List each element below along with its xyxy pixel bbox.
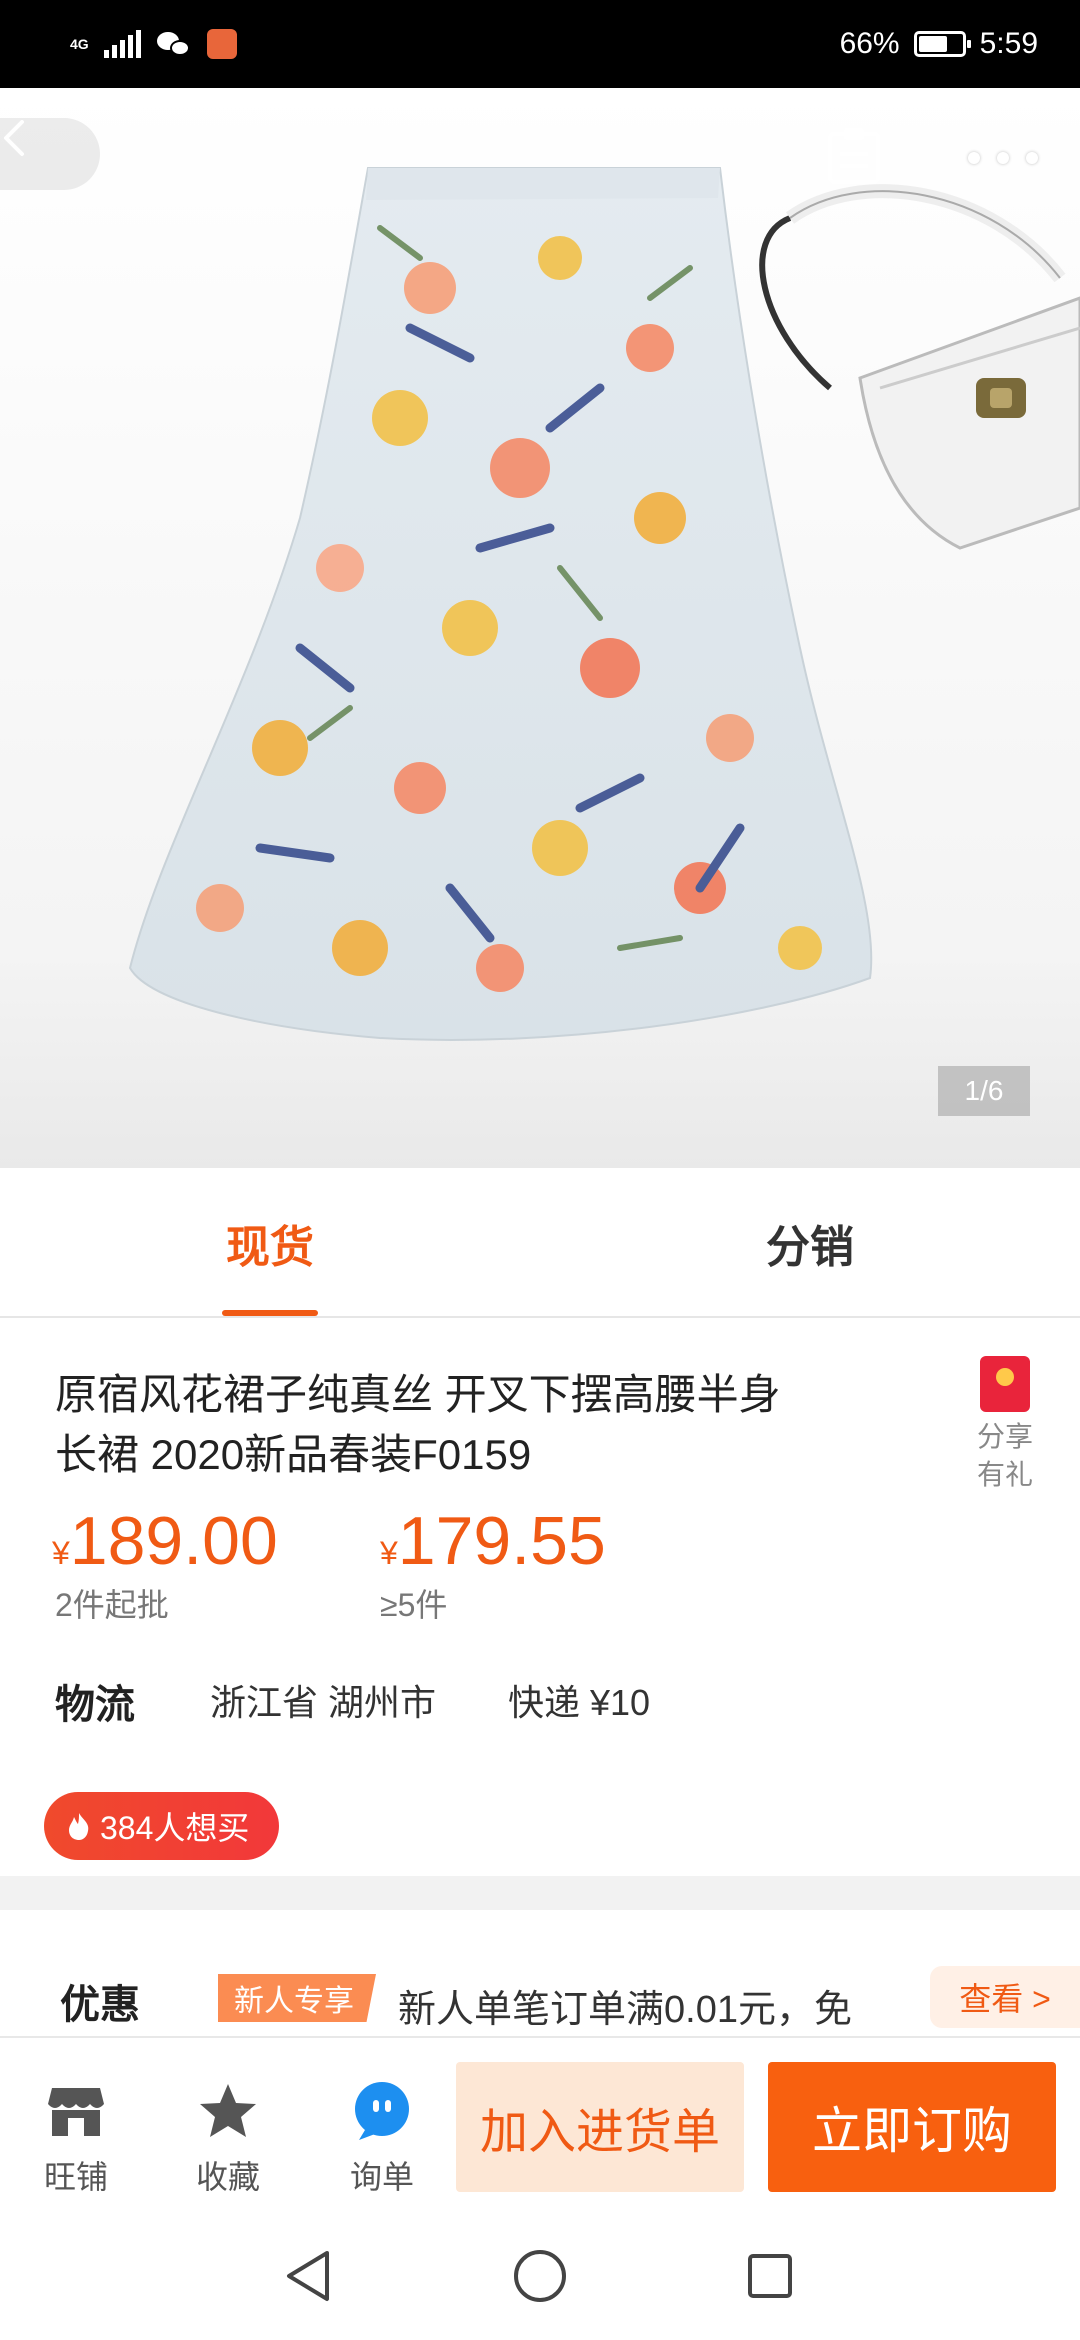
network-type: 4G [70, 36, 89, 52]
status-left: 4G [70, 22, 237, 66]
purchase-mode-tabs: 现货 分销 [0, 1168, 1080, 1318]
shop-icon [48, 2088, 104, 2136]
more-button[interactable] [968, 138, 1038, 178]
battery-icon [913, 31, 971, 57]
shop-button[interactable]: 旺铺 [16, 2078, 136, 2198]
clipboard-button[interactable] [826, 126, 890, 190]
share-label-2: 有礼 [976, 1459, 1033, 1490]
system-navigation-bar [0, 2212, 1080, 2340]
currency-symbol: ¥ [380, 1535, 398, 1571]
nav-home-button[interactable] [498, 2234, 582, 2318]
back-icon [4, 120, 24, 156]
view-promo-button[interactable]: 查看 > [930, 1966, 1080, 2028]
bottom-action-bar: 旺铺 收藏 询单 加入进货单 立即订购 [0, 2036, 1080, 2212]
section-divider [0, 1876, 1080, 1910]
promo-label: 优惠 [60, 1983, 140, 2027]
chat-bubble-icon [355, 2082, 409, 2140]
flame-icon [69, 1813, 89, 1840]
add-to-cart-button[interactable]: 加入进货单 [456, 2062, 744, 2192]
logistics-location: 浙江省 湖州市 [210, 1682, 437, 1723]
square-recents-icon [748, 2254, 792, 2298]
min-order-condition: 2件起批 [55, 1587, 169, 1623]
red-envelope-icon [980, 1356, 1030, 1412]
battery-percent: 66% [839, 27, 900, 60]
shop-label: 旺铺 [43, 2159, 108, 2195]
buy-now-button[interactable]: 立即订购 [768, 2062, 1056, 2192]
price-value: 189.00 [69, 1503, 278, 1579]
product-image-carousel[interactable]: 1/6 [0, 88, 1080, 1168]
status-bar: 4G 66% 5:59 [0, 0, 1080, 88]
wechat-icon [157, 30, 191, 58]
nav-recents-button[interactable] [728, 2234, 812, 2318]
price-value: 179.55 [397, 1503, 606, 1579]
tab-distribution[interactable]: 分销 [680, 1168, 940, 1318]
logistics-label: 物流 [55, 1683, 135, 1727]
product-title-line1: 原宿风花裙子纯真丝 开叉下摆高腰半身 [55, 1371, 781, 1418]
circle-home-icon [514, 2250, 566, 2302]
want-to-buy-badge: 384人想买 [44, 1792, 280, 1860]
product-photo [128, 167, 1080, 1041]
clipboard-icon [828, 128, 880, 184]
more-icon [968, 152, 980, 164]
star-icon [200, 2084, 256, 2137]
promo-text: 新人单笔订单满0.01元，免 [398, 1989, 852, 2031]
triangle-back-icon [287, 2251, 329, 2301]
favorite-label: 收藏 [195, 2159, 260, 2195]
shipping-fee: 快递 ¥10 [508, 1682, 651, 1723]
product-title: 原宿风花裙子纯真丝 开叉下摆高腰半身 长裙 2020新品春装F0159 [55, 1365, 935, 1485]
tab-in-stock[interactable]: 现货 [140, 1168, 400, 1318]
bulk-order-condition: ≥5件 [380, 1587, 448, 1623]
new-user-tag: 新人专享 [218, 1974, 376, 2022]
price-tier-2: ¥179.55 [380, 1502, 606, 1580]
share-reward-button[interactable]: 分享 有礼 [960, 1356, 1050, 1494]
inquiry-button[interactable]: 询单 [322, 2078, 442, 2198]
favorite-button[interactable]: 收藏 [168, 2078, 288, 2198]
want-to-buy-count: 384人想买 [100, 1810, 250, 1846]
status-right: 66% 5:59 [840, 22, 1038, 66]
signal-icon [104, 30, 141, 58]
active-tab-indicator [222, 1310, 318, 1316]
currency-symbol: ¥ [52, 1535, 70, 1571]
nav-back-button[interactable] [266, 2234, 350, 2318]
app-notification-icon [207, 29, 237, 59]
share-label-1: 分享 [976, 1421, 1033, 1452]
back-button[interactable] [0, 118, 100, 190]
clock: 5:59 [979, 27, 1038, 60]
inquiry-label: 询单 [349, 2159, 414, 2195]
image-page-indicator: 1/6 [938, 1066, 1030, 1116]
price-tier-1: ¥189.00 [52, 1502, 278, 1580]
product-title-line2: 长裙 2020新品春装F0159 [55, 1431, 532, 1478]
